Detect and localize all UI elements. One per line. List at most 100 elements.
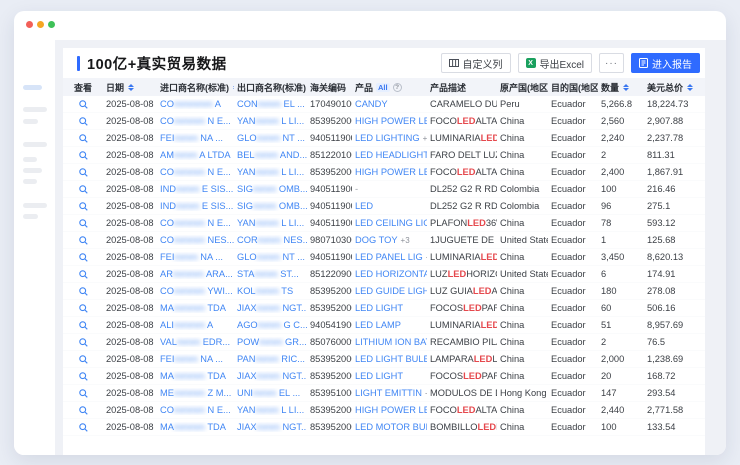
view-button[interactable] <box>63 236 103 245</box>
product-link[interactable]: LED HEADLIGHT <box>355 150 427 160</box>
product-link[interactable]: LED HORIZONTAL L <box>355 269 427 279</box>
view-button[interactable] <box>63 134 103 143</box>
product-link[interactable]: LED LIGHT BULB <box>355 354 427 364</box>
cell-importer[interactable]: VALmmm EDR... <box>157 337 234 347</box>
cell-exporter[interactable]: PANmmm RIC... <box>234 354 307 364</box>
product-link[interactable]: LED LAMP <box>355 320 401 330</box>
cell-exporter[interactable]: JIAXmmm NGT... <box>234 371 307 381</box>
cell-importer[interactable]: FEImmm NA ... <box>157 252 234 262</box>
minimize-window-icon[interactable] <box>37 21 44 28</box>
column-header-product[interactable]: 产品All? <box>352 81 427 94</box>
cell-importer[interactable]: MEmmmm Z M... <box>157 388 234 398</box>
cell-exporter[interactable]: SIGmmm OMB... <box>234 184 307 194</box>
view-button[interactable] <box>63 151 103 160</box>
cell-importer[interactable]: COmmmm NES... <box>157 235 234 245</box>
cell-importer[interactable]: FEImmm NA ... <box>157 133 234 143</box>
column-header-exporter[interactable]: 出口商名称(标准) <box>234 81 307 94</box>
export-excel-button[interactable]: X 导出Excel <box>518 53 592 73</box>
product-link[interactable]: CANDY <box>355 99 388 109</box>
view-button[interactable] <box>63 372 103 381</box>
view-button[interactable] <box>63 321 103 330</box>
cell-exporter[interactable]: POWmmm GR... <box>234 337 307 347</box>
product-link[interactable]: HIGH POWER LED F <box>355 405 427 415</box>
view-button[interactable] <box>63 287 103 296</box>
cell-importer[interactable]: MAmmmm TDA <box>157 422 234 432</box>
product-filter-all-badge[interactable]: All <box>376 83 390 92</box>
cell-exporter[interactable]: YANmmm L LI... <box>234 218 307 228</box>
cell-importer[interactable]: AMmmm A LTDA <box>157 150 234 160</box>
sort-carets-icon[interactable] <box>623 84 629 91</box>
cell-exporter[interactable]: CONmmm EL ... <box>234 99 307 109</box>
view-button[interactable] <box>63 304 103 313</box>
cell-exporter[interactable]: UNImmm EL ... <box>234 388 307 398</box>
cell-importer[interactable]: ALImmmm A <box>157 320 234 330</box>
cell-importer[interactable]: COmmmm N E... <box>157 405 234 415</box>
view-button[interactable] <box>63 185 103 194</box>
cell-exporter[interactable]: BELmmm AND... <box>234 150 307 160</box>
cell-importer[interactable]: MAmmmm TDA <box>157 303 234 313</box>
product-link[interactable]: DOG TOY <box>355 235 398 245</box>
product-link[interactable]: LED <box>355 201 373 211</box>
cell-exporter[interactable]: YANmmm L LI... <box>234 116 307 126</box>
view-button[interactable] <box>63 355 103 364</box>
cell-exporter[interactable]: KOLmmm TS <box>234 286 307 296</box>
column-header-quantity[interactable]: 数量 <box>598 81 644 94</box>
cell-exporter[interactable]: YANmmm L LI... <box>234 405 307 415</box>
cell-exporter[interactable]: AGOmmm G C... <box>234 320 307 330</box>
cell-exporter[interactable]: GLOmmm NT ... <box>234 252 307 262</box>
product-link[interactable]: LED CEILING LIGHT <box>355 218 427 228</box>
product-link[interactable]: LED GUIDE LIGHT T <box>355 286 427 296</box>
cell-importer[interactable]: COmmmm N E... <box>157 218 234 228</box>
cell-importer[interactable]: INDmmm E SIS... <box>157 201 234 211</box>
cell-exporter[interactable]: YANmmm L LI... <box>234 167 307 177</box>
product-link[interactable]: LIGHT EMITTIN <box>355 388 422 398</box>
cell-exporter[interactable]: JIAXmmm NGT... <box>234 422 307 432</box>
cell-importer[interactable]: COmmmm N E... <box>157 167 234 177</box>
column-header-importer[interactable]: 进口商名称(标准) <box>157 81 234 94</box>
cell-importer[interactable]: COmmmmm A <box>157 99 234 109</box>
view-button[interactable] <box>63 338 103 347</box>
cell-exporter[interactable]: STAmmm ST... <box>234 269 307 279</box>
view-button[interactable] <box>63 389 103 398</box>
view-button[interactable] <box>63 406 103 415</box>
more-products-badge[interactable]: +3 <box>401 236 410 245</box>
more-actions-button[interactable]: ··· <box>599 53 624 73</box>
product-link[interactable]: LITHIUM ION BATTE <box>355 337 427 347</box>
maximize-window-icon[interactable] <box>48 21 55 28</box>
product-link[interactable]: LED PANEL LIG <box>355 252 423 262</box>
product-link[interactable]: HIGH POWER LED F <box>355 116 427 126</box>
column-header-usd[interactable]: 美元总价 <box>644 81 705 94</box>
cell-exporter[interactable]: SIGmmm OMB... <box>234 201 307 211</box>
cell-importer[interactable]: COmmmm N E... <box>157 116 234 126</box>
view-button[interactable] <box>63 202 103 211</box>
view-button[interactable] <box>63 270 103 279</box>
column-header-date[interactable]: 日期 <box>103 81 157 94</box>
cell-importer[interactable]: INDmmm E SIS... <box>157 184 234 194</box>
cell-exporter[interactable]: JIAXmmm NGT... <box>234 303 307 313</box>
cell-exporter[interactable]: GLOmmm NT ... <box>234 133 307 143</box>
cell-product: LED <box>352 201 427 211</box>
help-icon[interactable]: ? <box>393 83 402 92</box>
product-link[interactable]: LED LIGHTING <box>355 133 420 143</box>
cell-importer[interactable]: MAmmmm TDA <box>157 371 234 381</box>
cell-importer[interactable]: COmmmm YWI... <box>157 286 234 296</box>
close-window-icon[interactable] <box>26 21 33 28</box>
product-link[interactable]: LED LIGHT <box>355 371 403 381</box>
product-link[interactable]: HIGH POWER LED F <box>355 167 427 177</box>
sort-carets-icon[interactable] <box>128 84 134 91</box>
product-link[interactable]: LED LIGHT <box>355 303 403 313</box>
cell-customs-code: 853952000 <box>307 286 352 296</box>
customize-columns-button[interactable]: 自定义列 <box>441 53 511 73</box>
view-button[interactable] <box>63 423 103 432</box>
view-button[interactable] <box>63 168 103 177</box>
sort-carets-icon[interactable] <box>687 84 693 91</box>
enter-report-button[interactable]: 进入报告 <box>631 53 700 73</box>
view-button[interactable] <box>63 100 103 109</box>
cell-exporter[interactable]: CORmmm NES... <box>234 235 307 245</box>
cell-importer[interactable]: ARmmmm ARA... <box>157 269 234 279</box>
view-button[interactable] <box>63 117 103 126</box>
view-button[interactable] <box>63 219 103 228</box>
product-link[interactable]: LED MOTOR BULB <box>355 422 427 432</box>
view-button[interactable] <box>63 253 103 262</box>
cell-importer[interactable]: FEImmm NA ... <box>157 354 234 364</box>
